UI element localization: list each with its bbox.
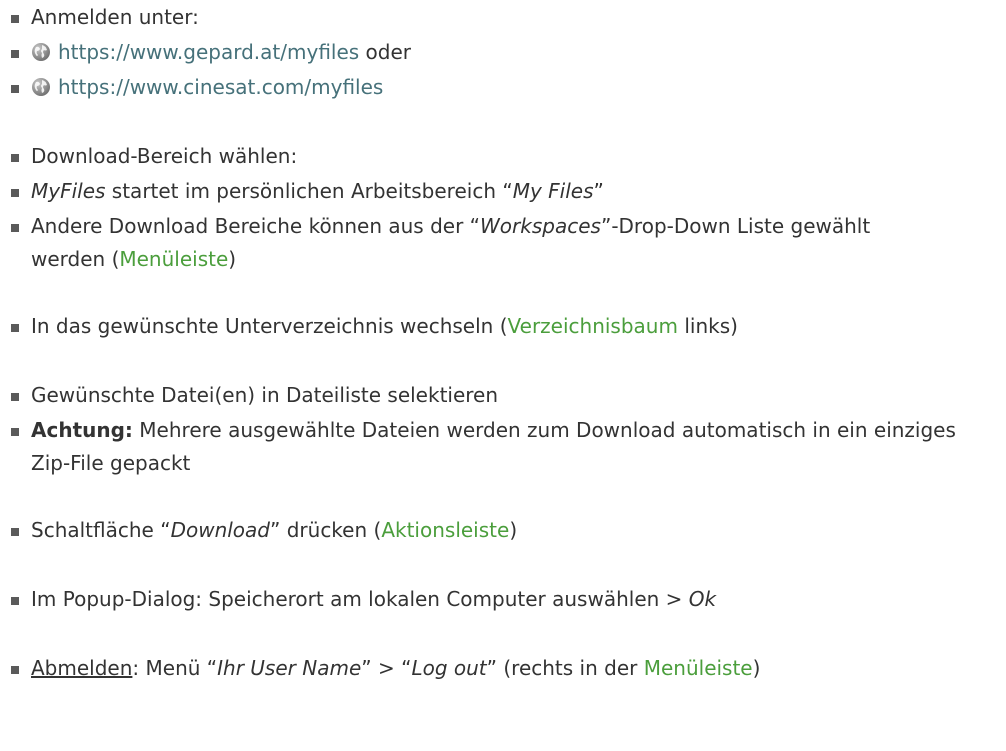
workspaces-label: Workspaces — [480, 214, 601, 238]
list-item-download-button: Schaltfläche “Download” drücken (Aktions… — [10, 513, 1000, 548]
list-item-select-files: Gewünschte Datei(en) in Dateiliste selek… — [10, 378, 1000, 413]
quote-close: ” — [593, 179, 604, 203]
directory-text: In das gewünschte Unterverzeichnis wechs… — [31, 314, 508, 338]
directory-end: links) — [677, 314, 738, 338]
square-bullet — [11, 597, 19, 605]
instruction-list: Anmelden unter: https://www.gepard.at/my… — [10, 0, 1000, 686]
link-menueleiste-2[interactable]: Menüleiste — [644, 656, 753, 680]
select-files-text: Gewünschte Datei(en) in Dateiliste selek… — [31, 383, 499, 407]
logout-label: Abmelden — [31, 656, 133, 680]
logout-text-2: ” > “ — [361, 656, 412, 680]
square-bullet — [11, 189, 19, 197]
list-item-area-heading: Download-Bereich wählen: — [10, 139, 1000, 174]
logout-text: : Menü “ — [132, 656, 218, 680]
list-item-warning: Achtung: Mehrere ausgewählte Dateien wer… — [10, 413, 996, 481]
square-bullet — [11, 428, 19, 436]
square-bullet — [11, 528, 19, 536]
list-item-workspaces: Andere Download Bereiche können aus der … — [10, 209, 936, 277]
list-item-directory: In das gewünschte Unterverzeichnis wechs… — [10, 309, 1000, 344]
spacer — [10, 548, 1000, 582]
link-cinesat[interactable]: https://www.cinesat.com/myfiles — [58, 75, 383, 99]
globe-icon — [32, 78, 50, 96]
square-bullet — [11, 85, 19, 93]
ok-label: Ok — [688, 587, 717, 611]
list-item-logout: Abmelden: Menü “Ihr User Name” > “Log ou… — [10, 651, 1000, 686]
square-bullet — [11, 224, 19, 232]
square-bullet — [11, 15, 19, 23]
square-bullet — [11, 154, 19, 162]
list-item-myfiles-start: MyFiles startet im persönlichen Arbeitsb… — [10, 174, 1000, 209]
myfiles-text: startet im persönlichen Arbeitsbereich “ — [105, 179, 513, 203]
list-item-link-gepard: https://www.gepard.at/myfiles oder — [10, 35, 1000, 70]
globe-icon — [32, 43, 50, 61]
paren-close: ) — [228, 247, 237, 271]
download-text-2: ” drücken ( — [270, 518, 382, 542]
my-files-label: My Files — [512, 179, 594, 203]
paren-close: ) — [509, 518, 518, 542]
spacer — [10, 617, 1000, 651]
user-name-label: Ihr User Name — [217, 656, 362, 680]
square-bullet — [11, 50, 19, 58]
spacer — [10, 344, 1000, 378]
paren-close: ) — [752, 656, 761, 680]
link-verzeichnisbaum[interactable]: Verzeichnisbaum — [508, 314, 678, 338]
link-suffix-oder: oder — [359, 40, 412, 64]
logout-text-3: ” (rechts in der — [486, 656, 644, 680]
popup-text: Im Popup-Dialog: Speicherort am lokalen … — [31, 587, 689, 611]
myfiles-label: MyFiles — [31, 179, 106, 203]
warning-label: Achtung: — [31, 418, 133, 442]
workspaces-text: Andere Download Bereiche können aus der … — [31, 214, 481, 238]
download-text: Schaltfläche “ — [31, 518, 171, 542]
list-item-link-cinesat: https://www.cinesat.com/myfiles — [10, 70, 1000, 105]
square-bullet — [11, 324, 19, 332]
square-bullet — [11, 666, 19, 674]
download-label: Download — [170, 518, 270, 542]
warning-text: Mehrere ausgewählte Dateien werden zum D… — [31, 418, 956, 475]
list-item-popup: Im Popup-Dialog: Speicherort am lokalen … — [10, 582, 1000, 617]
login-heading: Anmelden unter: — [31, 5, 199, 29]
link-menueleiste[interactable]: Menüleiste — [119, 247, 228, 271]
link-aktionsleiste[interactable]: Aktionsleiste — [381, 518, 509, 542]
spacer — [10, 105, 1000, 139]
spacer — [10, 481, 1000, 513]
square-bullet — [11, 393, 19, 401]
log-out-label: Log out — [411, 656, 487, 680]
area-heading: Download-Bereich wählen: — [31, 144, 298, 168]
spacer — [10, 277, 1000, 309]
link-gepard[interactable]: https://www.gepard.at/myfiles — [58, 40, 359, 64]
list-item-login-heading: Anmelden unter: — [10, 0, 1000, 35]
